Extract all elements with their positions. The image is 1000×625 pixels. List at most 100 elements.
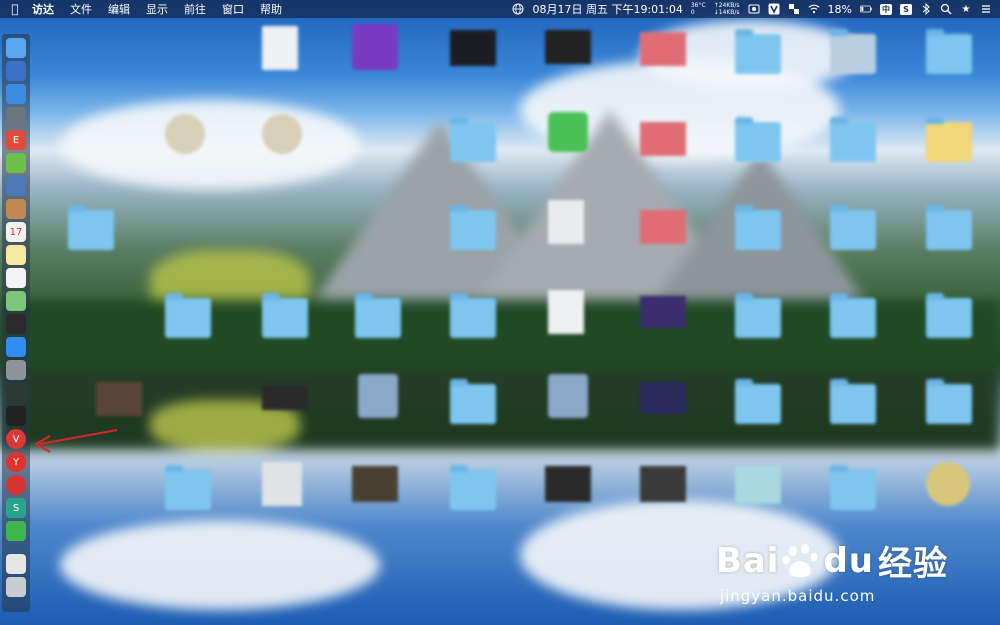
avatar[interactable] — [926, 462, 970, 506]
apple-icon[interactable]:  — [8, 2, 22, 16]
menu-item-view[interactable]: 显示 — [146, 1, 168, 17]
menu-item-help[interactable]: 帮助 — [260, 1, 282, 17]
archive-icon[interactable] — [735, 466, 781, 504]
dock-vivaldi-icon[interactable]: V — [6, 429, 26, 449]
doc-icon[interactable] — [262, 462, 302, 506]
folder-icon[interactable] — [735, 293, 781, 338]
folder-icon[interactable] — [450, 205, 496, 250]
date-time[interactable]: 08月17日 周五 下午19:01:04 — [532, 1, 682, 17]
dock-android-icon[interactable] — [6, 153, 26, 173]
folder-icon[interactable] — [926, 379, 972, 424]
folder-icon[interactable] — [355, 293, 401, 338]
folder-icon[interactable] — [68, 205, 114, 250]
folder-icon[interactable] — [926, 117, 972, 162]
folder-icon[interactable] — [165, 465, 211, 510]
folder-icon[interactable] — [450, 379, 496, 424]
green-app-icon[interactable] — [548, 112, 588, 152]
dock-rocket-icon[interactable] — [6, 107, 26, 127]
dock-launchpad-icon[interactable] — [6, 61, 26, 81]
folder-icon[interactable] — [735, 205, 781, 250]
globe-icon[interactable] — [512, 3, 524, 15]
temp-readout: 36°C — [690, 2, 706, 9]
dock-textedit-icon[interactable] — [6, 268, 26, 288]
folder-icon[interactable] — [262, 293, 308, 338]
folder-icon[interactable] — [735, 379, 781, 424]
bluetooth-icon[interactable] — [920, 3, 932, 15]
folder-icon[interactable] — [165, 293, 211, 338]
dock-calendar-red-icon[interactable]: E — [6, 130, 26, 150]
file-icon[interactable] — [262, 26, 298, 70]
video-thumbnail[interactable] — [450, 30, 496, 66]
wifi-icon[interactable] — [808, 3, 820, 15]
dock-terminal-icon[interactable] — [6, 406, 26, 426]
red-file-icon[interactable] — [640, 122, 686, 156]
dock-system-preferences-icon[interactable] — [6, 360, 26, 380]
video-thumbnail[interactable] — [545, 30, 591, 64]
dock-document-icon[interactable] — [6, 554, 26, 574]
folder-icon[interactable] — [830, 379, 876, 424]
dock-yandex-icon[interactable]: Y — [6, 452, 26, 472]
star-icon[interactable]: ★ — [960, 3, 972, 15]
folder-icon[interactable] — [450, 293, 496, 338]
folder-icon[interactable] — [926, 293, 972, 338]
image-thumbnail[interactable] — [352, 466, 398, 502]
network-speed[interactable]: ↑24KB/s ↓14KB/s — [714, 2, 740, 16]
app-f-icon[interactable] — [352, 24, 398, 70]
dock-sogou-icon[interactable]: S — [6, 498, 26, 518]
input-method-icon[interactable]: 中 — [880, 3, 892, 15]
dock-finder-icon[interactable] — [6, 38, 26, 58]
disk-image-icon[interactable] — [165, 114, 205, 154]
menu-item-file[interactable]: 文件 — [70, 1, 92, 17]
image-thumbnail[interactable] — [96, 382, 142, 416]
menu-item-edit[interactable]: 编辑 — [108, 1, 130, 17]
doc-icon[interactable] — [548, 200, 584, 244]
dock-preview-icon[interactable] — [6, 176, 26, 196]
dock-trash-icon[interactable] — [6, 577, 26, 597]
dock-notebook-icon[interactable] — [6, 199, 26, 219]
folder-icon[interactable] — [450, 117, 496, 162]
video-thumbnail[interactable] — [640, 296, 686, 328]
dock-app-store-icon[interactable] — [6, 337, 26, 357]
menu-item-window[interactable]: 窗口 — [222, 1, 244, 17]
battery-icon[interactable] — [860, 3, 872, 15]
dock-maps-icon[interactable] — [6, 291, 26, 311]
folder-icon[interactable] — [926, 205, 972, 250]
vivaldi-icon[interactable] — [768, 3, 780, 15]
dock-notes-icon[interactable] — [6, 245, 26, 265]
folder-icon[interactable] — [830, 29, 876, 74]
menu-bar:  访达 文件 编辑 显示 前往 窗口 帮助 08月17日 周五 下午19:01… — [0, 0, 1000, 18]
folder-icon[interactable] — [830, 293, 876, 338]
folder-icon[interactable] — [735, 29, 781, 74]
red-file-icon[interactable] — [640, 210, 686, 244]
record-icon[interactable] — [748, 3, 760, 15]
folder-icon[interactable] — [830, 205, 876, 250]
disk-image-icon[interactable] — [262, 114, 302, 154]
video-thumbnail[interactable] — [640, 466, 686, 502]
shield-icon[interactable] — [788, 3, 800, 15]
dock-terminal-green-icon[interactable] — [6, 314, 26, 334]
dock-safari-icon[interactable] — [6, 84, 26, 104]
folder-icon[interactable] — [450, 465, 496, 510]
folder-icon[interactable] — [830, 465, 876, 510]
dock-activity-monitor-icon[interactable] — [6, 383, 26, 403]
folder-icon[interactable] — [735, 117, 781, 162]
folder-icon[interactable] — [926, 29, 972, 74]
image-thumbnail[interactable] — [262, 386, 308, 410]
notification-center-icon[interactable] — [980, 3, 992, 15]
s-app-icon[interactable]: S — [900, 3, 912, 15]
battery-percent[interactable]: 18% — [828, 3, 852, 16]
spotlight-icon[interactable] — [940, 3, 952, 15]
cpu-temp-fan[interactable]: 36°C 0 — [691, 2, 706, 16]
dock-calendar-icon[interactable]: 17 — [6, 222, 26, 242]
doc-icon[interactable] — [548, 290, 584, 334]
folder-icon[interactable] — [830, 117, 876, 162]
dock-netease-music-icon[interactable] — [6, 475, 26, 495]
menu-item-go[interactable]: 前往 — [184, 1, 206, 17]
video-thumbnail[interactable] — [640, 382, 686, 414]
installer-icon[interactable] — [358, 374, 398, 418]
video-thumbnail[interactable] — [545, 466, 591, 502]
installer-icon[interactable] — [548, 374, 588, 418]
menu-item-finder[interactable]: 访达 — [32, 1, 54, 17]
dock-wechat-icon[interactable] — [6, 521, 26, 541]
red-file-icon[interactable] — [640, 32, 686, 66]
